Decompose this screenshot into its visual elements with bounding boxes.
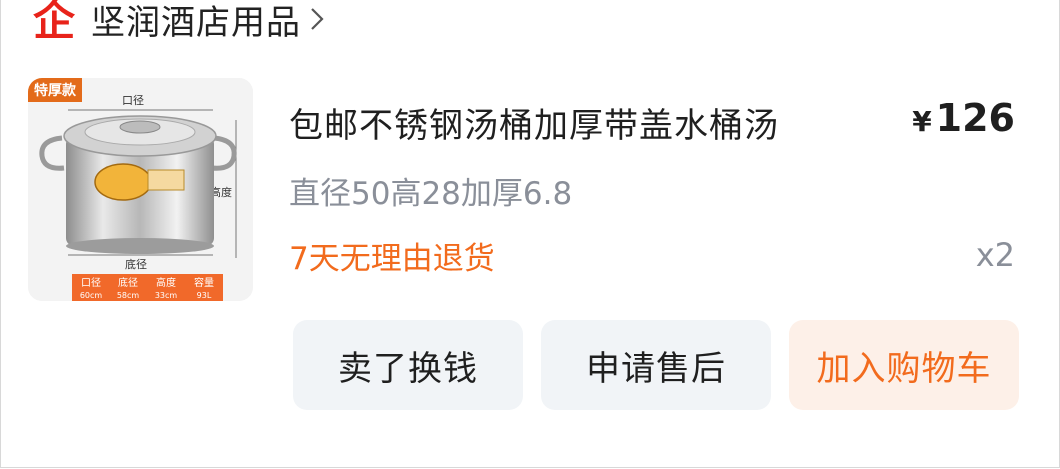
table-header-0: 口径 <box>81 276 101 289</box>
table-header-2: 高度 <box>156 276 176 289</box>
diameter-label: 口径 <box>122 94 144 107</box>
return-policy: 7天无理由退货 <box>289 241 495 277</box>
price-currency: ¥ <box>912 105 932 138</box>
store-logo-text: 企 <box>33 0 76 41</box>
product-spec: 直径50高28加厚6.8 <box>289 176 573 212</box>
table-value-1: 58cm <box>117 291 140 300</box>
store-name[interactable]: 坚润酒店用品 <box>91 0 301 44</box>
badge-text: 特厚款 <box>34 82 77 99</box>
table-value-0: 60cm <box>80 291 103 300</box>
table-value-3: 93L <box>197 291 212 300</box>
sell-button[interactable]: 卖了换钱 <box>293 320 523 410</box>
table-value-2: 33cm <box>155 291 178 300</box>
after-sale-button[interactable]: 申请售后 <box>541 320 771 410</box>
quantity: x2 <box>975 236 1015 274</box>
store-logo-icon: 企 <box>33 0 76 41</box>
order-card: 企 坚润酒店用品 特厚款 口径 高度 底径 口径 底径 高度 容量 60cm 5… <box>0 0 1060 468</box>
table-header-3: 容量 <box>194 276 214 289</box>
stockpot-image: 特厚款 口径 高度 底径 口径 底径 高度 容量 60cm 58cm 33cm … <box>28 78 253 301</box>
add-to-cart-button[interactable]: 加入购物车 <box>789 320 1019 410</box>
product-price: ¥ 126 <box>912 96 1015 140</box>
price-amount: 126 <box>935 96 1015 140</box>
store-header[interactable]: 企 坚润酒店用品 <box>29 0 325 44</box>
product-image[interactable]: 特厚款 口径 高度 底径 口径 底径 高度 容量 60cm 58cm 33cm … <box>28 78 253 301</box>
table-header-1: 底径 <box>118 276 138 289</box>
product-title[interactable]: 包邮不锈钢汤桶加厚带盖水桶汤 <box>289 98 779 147</box>
chevron-right-icon[interactable] <box>309 6 325 32</box>
bottom-label: 底径 <box>125 257 147 271</box>
